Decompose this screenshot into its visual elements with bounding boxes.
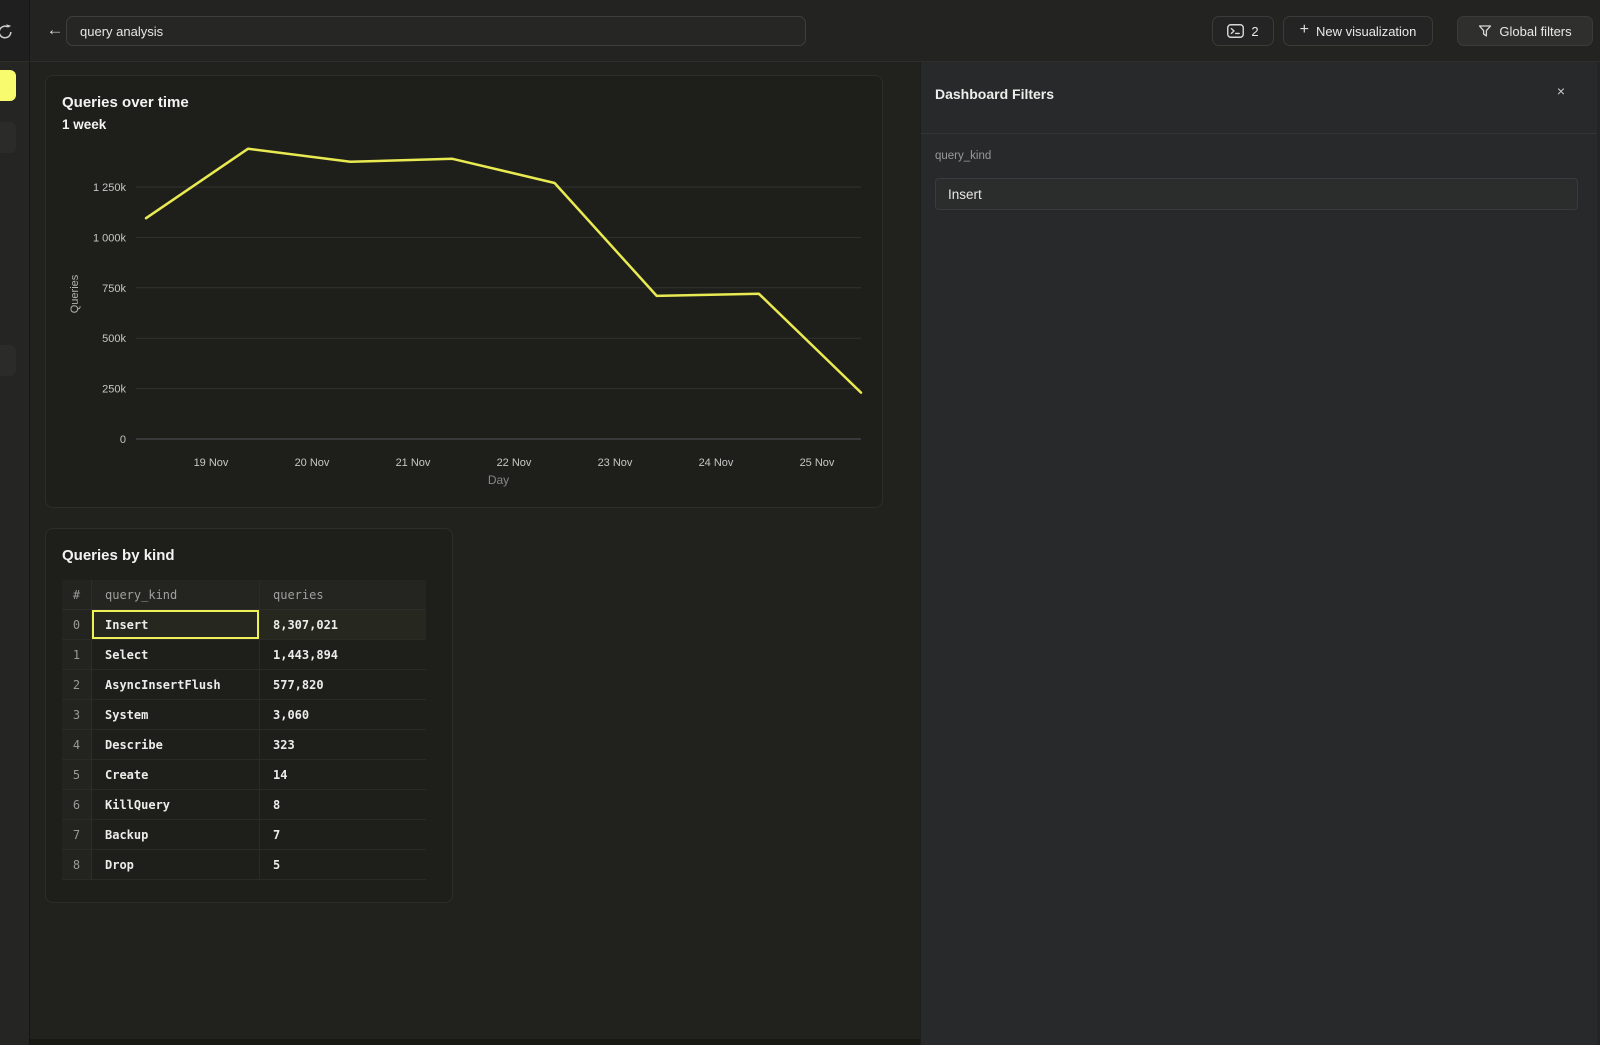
refresh-icon[interactable] bbox=[0, 22, 15, 42]
cell-queries[interactable]: 8 bbox=[260, 790, 426, 819]
queries-by-kind-table: #query_kindqueries0Insert8,307,0211Selec… bbox=[62, 580, 426, 880]
global-filters-label: Global filters bbox=[1499, 24, 1571, 39]
table-row[interactable]: 1Select1,443,894 bbox=[62, 640, 426, 670]
new-visualization-label: New visualization bbox=[1316, 24, 1416, 39]
table-row[interactable]: 2AsyncInsertFlush577,820 bbox=[62, 670, 426, 700]
cell-query-kind[interactable]: Describe bbox=[92, 730, 260, 759]
x-tick-label: 24 Nov bbox=[699, 457, 734, 469]
x-tick-label: 25 Nov bbox=[800, 457, 835, 469]
cell-row-index[interactable]: 3 bbox=[62, 700, 92, 729]
cell-queries[interactable]: 7 bbox=[260, 820, 426, 849]
y-axis-title: Queries bbox=[69, 274, 81, 313]
x-tick-label: 23 Nov bbox=[598, 457, 633, 469]
rail-tile-active[interactable] bbox=[0, 70, 16, 101]
y-tick-label: 1 000k bbox=[93, 232, 127, 244]
table-header-row: #query_kindqueries bbox=[62, 580, 426, 610]
table-title: Queries by kind bbox=[62, 547, 175, 564]
column-header-#[interactable]: # bbox=[62, 580, 92, 609]
column-header-query_kind[interactable]: query_kind bbox=[92, 580, 260, 609]
dashboard-title-input[interactable] bbox=[66, 16, 806, 46]
filters-panel-title: Dashboard Filters bbox=[935, 86, 1054, 102]
cell-row-index[interactable]: 7 bbox=[62, 820, 92, 849]
funnel-icon bbox=[1478, 24, 1492, 38]
rail-tile[interactable] bbox=[0, 122, 16, 153]
table-row[interactable]: 5Create14 bbox=[62, 760, 426, 790]
cell-query-kind[interactable]: KillQuery bbox=[92, 790, 260, 819]
terminal-icon bbox=[1227, 24, 1244, 38]
query-kind-filter-label: query_kind bbox=[935, 150, 991, 162]
queries-by-kind-card: Queries by kind #query_kindqueries0Inser… bbox=[45, 528, 453, 903]
cell-row-index[interactable]: 2 bbox=[62, 670, 92, 699]
cell-row-index[interactable]: 1 bbox=[62, 640, 92, 669]
table-row[interactable]: 6KillQuery8 bbox=[62, 790, 426, 820]
cell-queries[interactable]: 8,307,021 bbox=[260, 610, 426, 639]
table-row[interactable]: 7Backup7 bbox=[62, 820, 426, 850]
left-rail bbox=[0, 0, 30, 1045]
x-tick-label: 22 Nov bbox=[497, 457, 532, 469]
cell-query-kind[interactable]: Insert bbox=[92, 610, 260, 639]
queries-over-time-chart: 0 250k 500k 750k 1 000k 1 250k 19 Nov 20 Nov 21 … bbox=[46, 76, 884, 509]
chart-subtitle: 1 week bbox=[62, 117, 106, 132]
cell-queries[interactable]: 5 bbox=[260, 850, 426, 879]
dashboard-app: ← 2 + New visualization Global fi bbox=[0, 0, 1600, 1045]
cell-query-kind[interactable]: Drop bbox=[92, 850, 260, 879]
chart-title: Queries over time bbox=[62, 94, 189, 111]
y-tick-label: 0 bbox=[120, 434, 126, 446]
table-row[interactable]: 0Insert8,307,021 bbox=[62, 610, 426, 640]
console-count: 2 bbox=[1251, 24, 1258, 39]
cell-queries[interactable]: 3,060 bbox=[260, 700, 426, 729]
plus-icon: + bbox=[1300, 22, 1309, 38]
x-tick-label: 19 Nov bbox=[194, 457, 229, 469]
back-arrow-icon: ← bbox=[47, 20, 64, 40]
queries-over-time-card: 0 250k 500k 750k 1 000k 1 250k 19 Nov 20 Nov 21 … bbox=[45, 75, 883, 508]
cell-query-kind[interactable]: AsyncInsertFlush bbox=[92, 670, 260, 699]
rail-tile[interactable] bbox=[0, 345, 16, 376]
cell-row-index[interactable]: 4 bbox=[62, 730, 92, 759]
cell-queries[interactable]: 1,443,894 bbox=[260, 640, 426, 669]
y-tick-label: 500k bbox=[102, 333, 126, 345]
bottom-edge-strip bbox=[30, 1039, 920, 1045]
series-line-queries bbox=[146, 149, 861, 393]
cell-row-index[interactable]: 8 bbox=[62, 850, 92, 879]
close-icon: × bbox=[1557, 83, 1565, 99]
cell-row-index[interactable]: 5 bbox=[62, 760, 92, 789]
global-filters-button[interactable]: Global filters bbox=[1457, 16, 1593, 46]
cell-row-index[interactable]: 0 bbox=[62, 610, 92, 639]
console-count-button[interactable]: 2 bbox=[1212, 16, 1274, 46]
cell-query-kind[interactable]: Create bbox=[92, 760, 260, 789]
x-tick-label: 20 Nov bbox=[295, 457, 330, 469]
table-row[interactable]: 3System3,060 bbox=[62, 700, 426, 730]
cell-row-index[interactable]: 6 bbox=[62, 790, 92, 819]
query-kind-filter-input[interactable] bbox=[935, 178, 1578, 210]
main-content: 0250k500k750k1 000k1 250k19 Nov20 Nov21 … bbox=[30, 62, 920, 1045]
cell-queries[interactable]: 577,820 bbox=[260, 670, 426, 699]
y-tick-label: 1 250k bbox=[93, 182, 127, 194]
dashboard-filters-panel: Dashboard Filters × query_kind bbox=[920, 62, 1600, 1045]
rail-top-cap bbox=[0, 0, 30, 62]
x-tick-label: 21 Nov bbox=[396, 457, 431, 469]
cell-query-kind[interactable]: Backup bbox=[92, 820, 260, 849]
panel-divider bbox=[921, 133, 1600, 134]
new-visualization-button[interactable]: + New visualization bbox=[1283, 16, 1433, 46]
top-bar: ← 2 + New visualization Global fi bbox=[30, 0, 1600, 62]
close-panel-button[interactable]: × bbox=[1550, 80, 1572, 102]
table-row[interactable]: 8Drop5 bbox=[62, 850, 426, 880]
cell-queries[interactable]: 323 bbox=[260, 730, 426, 759]
cell-query-kind[interactable]: System bbox=[92, 700, 260, 729]
x-axis-title: Day bbox=[488, 473, 509, 487]
table-row[interactable]: 4Describe323 bbox=[62, 730, 426, 760]
y-tick-label: 750k bbox=[102, 283, 126, 295]
y-tick-label: 250k bbox=[102, 384, 126, 396]
cell-queries[interactable]: 14 bbox=[260, 760, 426, 789]
column-header-queries[interactable]: queries bbox=[260, 580, 426, 609]
cell-query-kind[interactable]: Select bbox=[92, 640, 260, 669]
